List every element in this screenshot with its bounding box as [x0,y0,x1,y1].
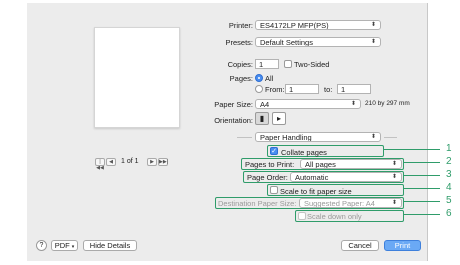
page-order-popup[interactable]: Automatic ⬍ [290,172,402,182]
paper-dimensions: 210 by 297 mm [365,100,410,107]
destination-label: Destination Paper Size: [218,199,297,208]
callout-line-3 [404,175,440,176]
orientation-label: Orientation: [214,116,253,125]
destination-value: Suggested Paper: A4 [304,199,375,208]
callout-line-5 [404,201,440,202]
popup-arrow-icon: ⬍ [370,134,376,140]
from-page-field[interactable]: 1 [285,84,319,94]
portrait-icon: ▮ [259,114,265,123]
page-preview [94,27,180,128]
printer-label: Printer: [228,21,253,30]
copies-field[interactable]: 1 [255,59,279,69]
callout-number-5: 5 [446,195,452,206]
collate-checkbox[interactable]: ✓ [270,147,278,155]
checkmark-icon: ✓ [271,148,277,155]
pages-from-radio[interactable] [255,85,263,93]
callout-number-4: 4 [446,182,452,193]
scale-down-label: Scale down only [307,212,362,221]
first-page-button[interactable]: |◀◀ [95,158,105,171]
scale-to-fit-checkbox[interactable] [270,186,278,194]
popup-arrow-icon: ⬍ [370,22,376,28]
destination-popup[interactable]: Suggested Paper: A4 ⬍ [299,198,402,208]
pages-all-label: All [265,74,274,83]
previous-page-button[interactable]: ◀ [106,158,116,166]
pages-to-print-popup[interactable]: All pages ⬍ [300,159,402,169]
landscape-orientation-button[interactable]: ▸ [272,112,286,125]
presets-label: Presets: [225,38,253,47]
pages-to-label: to: [324,85,333,94]
portrait-orientation-button[interactable]: ▮ [255,112,269,125]
page-order-value: Automatic [295,173,329,182]
two-sided-label: Two-Sided [294,60,330,69]
two-sided-checkbox[interactable] [284,60,292,68]
popup-arrow-icon: ⬍ [391,161,397,167]
pdf-label: PDF [54,241,70,250]
landscape-icon: ▸ [276,114,281,123]
page-count: 1 of 1 [121,158,139,165]
presets-popup[interactable]: Default Settings ⬍ [255,37,381,47]
copies-label: Copies: [227,60,253,69]
scale-down-checkbox[interactable] [298,212,306,220]
pdf-menu-button[interactable]: PDF ▾ [51,240,78,251]
pages-all-radio[interactable] [255,74,263,82]
page-order-label: Page Order: [247,173,288,182]
cancel-button[interactable]: Cancel [341,240,379,251]
section-value: Paper Handling [260,133,312,142]
callout-number-2: 2 [446,156,452,167]
section-divider-left [237,137,252,138]
printer-popup[interactable]: ES4172LP MFP(PS) ⬍ [255,20,381,30]
pages-to-print-value: All pages [305,160,336,169]
callout-line-4 [404,188,440,189]
section-divider-right [384,137,397,138]
section-popup[interactable]: Paper Handling ⬍ [255,132,381,142]
collate-label: Collate pages [281,148,327,157]
to-page-field[interactable]: 1 [337,84,371,94]
pages-label: Pages: [229,74,253,83]
callout-number-1: 1 [446,143,452,154]
callout-line-6 [404,214,440,215]
pages-from-label: From: [265,85,285,94]
printer-value: ES4172LP MFP(PS) [260,21,329,30]
popup-arrow-icon: ⬍ [391,200,397,206]
paper-size-popup[interactable]: A4 ⬍ [255,99,361,109]
callout-line-1 [384,149,440,150]
scale-to-fit-label: Scale to fit paper size [280,187,352,196]
callout-number-3: 3 [446,169,452,180]
help-button[interactable]: ? [36,240,47,251]
callout-line-2 [404,162,440,163]
popup-arrow-icon: ⬍ [370,39,376,45]
presets-value: Default Settings [260,38,313,47]
dropdown-arrow-icon: ▾ [71,244,75,250]
last-page-button[interactable]: ▶▶| [158,158,168,166]
paper-size-label: Paper Size: [214,100,253,109]
next-page-button[interactable]: ▶ [147,158,157,166]
popup-arrow-icon: ⬍ [391,174,397,180]
hide-details-button[interactable]: Hide Details [83,240,137,251]
pages-to-print-label: Pages to Print: [245,160,295,169]
print-dialog: |◀◀ ◀ 1 of 1 ▶ ▶▶| Printer: ES4172LP MFP… [27,3,428,261]
popup-arrow-icon: ⬍ [350,101,356,107]
print-button[interactable]: Print [384,240,421,251]
paper-size-value: A4 [260,100,270,109]
callout-number-6: 6 [446,208,452,219]
